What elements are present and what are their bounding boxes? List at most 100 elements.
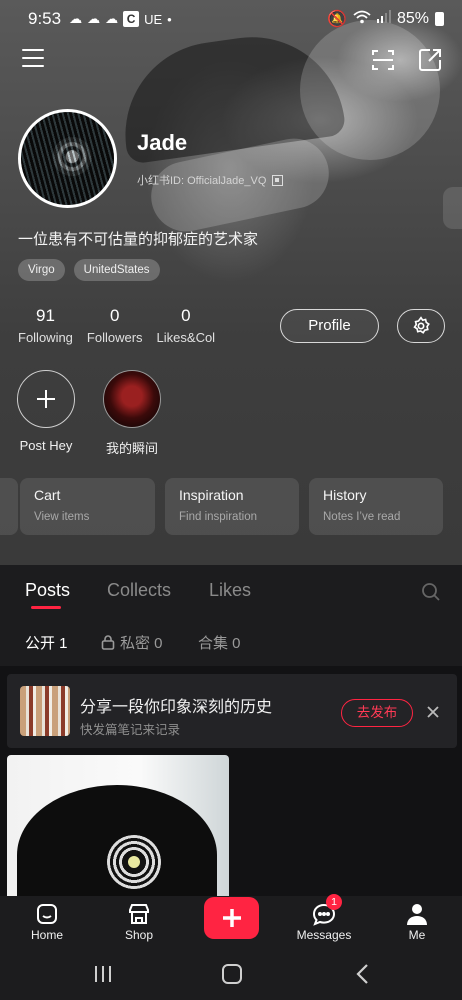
accessibility-handle[interactable] — [443, 187, 462, 229]
system-navigation — [0, 948, 462, 1000]
wifi-icon — [353, 10, 371, 29]
tab-collects[interactable]: Collects — [107, 580, 171, 601]
gear-icon — [413, 316, 430, 334]
stat-value: 91 — [36, 306, 55, 325]
carrier-label: UE — [144, 11, 163, 27]
profile-tags: Virgo UnitedStates — [18, 259, 160, 281]
user-id-text: 小红书ID: OfficialJade_VQ — [137, 175, 267, 187]
username: Jade — [137, 130, 188, 155]
back-icon[interactable] — [355, 963, 369, 990]
card-subtitle: Find inspiration — [179, 511, 257, 523]
plus-icon — [37, 390, 55, 408]
edit-profile-button[interactable]: Profile — [280, 309, 379, 343]
story-label: 我的瞬间 — [105, 441, 158, 456]
nav-messages[interactable]: 1 Messages — [284, 894, 364, 942]
stat-followers[interactable]: 0 Followers — [87, 306, 143, 345]
bottom-navigation: Home Shop 1 Messages Me — [0, 894, 462, 948]
story-thumbnail[interactable] — [103, 370, 161, 428]
stat-value: 0 — [110, 306, 120, 325]
notification-icons: ☁ ☁ ☁ C UE • — [69, 11, 172, 27]
cloud-icon: ☁ — [87, 11, 101, 26]
settings-button[interactable] — [397, 309, 445, 343]
cart-card[interactable]: Cart View items — [20, 478, 155, 535]
post-hey-story[interactable]: Post Hey — [16, 370, 76, 453]
story-label: Post Hey — [19, 438, 73, 453]
card-subtitle: Notes I’ve read — [323, 511, 401, 523]
home-icon — [37, 904, 57, 924]
nav-label: Home — [30, 928, 63, 942]
subtab-label: 私密 0 — [120, 635, 163, 652]
card-title: Inspiration — [179, 487, 244, 503]
lock-icon — [101, 635, 115, 650]
qr-code-icon[interactable] — [272, 174, 284, 186]
signal-icon — [376, 10, 391, 28]
my-moments-story[interactable]: 我的瞬间 — [102, 370, 162, 457]
shop-icon — [129, 904, 149, 924]
mute-icon: 🔕 — [327, 11, 347, 28]
card-title: Cart — [34, 487, 61, 503]
banner-thumbnail — [20, 686, 70, 736]
tab-posts[interactable]: Posts — [25, 580, 70, 601]
post-thumbnail[interactable] — [7, 755, 229, 896]
stat-likes[interactable]: 0 Likes&Col — [157, 306, 216, 345]
post-filter-tabs: 公开 1 私密 0 合集 0 — [0, 616, 462, 666]
background-photo-shape — [300, 20, 440, 160]
prompt-banner[interactable]: 分享一段你印象深刻的历史 快发篇笔记来记录 去发布 — [7, 674, 457, 748]
status-bar: 9:53 ☁ ☁ ☁ C UE • 🔕 85% — [0, 0, 462, 38]
stat-label: Following — [18, 330, 73, 345]
recent-apps-icon[interactable] — [93, 964, 113, 989]
tag-zodiac: Virgo — [18, 259, 65, 281]
share-icon[interactable] — [417, 47, 443, 73]
close-icon[interactable] — [425, 704, 441, 720]
feature-cards: Cart View items Inspiration Find inspira… — [0, 478, 462, 535]
create-post-button[interactable] — [204, 897, 259, 939]
carrier-icon: C — [123, 11, 140, 27]
home-button-icon[interactable] — [222, 964, 242, 984]
subtab-label: 合集 0 — [198, 635, 241, 652]
nav-me[interactable]: Me — [377, 896, 457, 942]
card-title: History — [323, 487, 367, 503]
tab-likes[interactable]: Likes — [209, 580, 251, 601]
content-tabs: Posts Collects Likes — [0, 565, 462, 616]
top-navigation — [0, 45, 462, 79]
tag-location: UnitedStates — [73, 259, 160, 281]
posts-feed: 分享一段你印象深刻的历史 快发篇笔记来记录 去发布 — [0, 666, 462, 896]
nav-label: Shop — [124, 928, 154, 942]
nav-shop[interactable]: Shop — [99, 896, 179, 942]
subtab-label: 公开 1 — [25, 635, 68, 652]
nav-label: Messages — [296, 928, 352, 942]
person-icon — [407, 904, 427, 925]
subtab-collections[interactable]: 合集 0 — [198, 632, 241, 653]
card-subtitle: View items — [34, 511, 90, 523]
user-id[interactable]: 小红书ID: OfficialJade_VQ — [137, 172, 284, 188]
dot-icon: • — [167, 11, 172, 27]
inspiration-card[interactable]: Inspiration Find inspiration — [165, 478, 299, 535]
battery-icon — [435, 12, 444, 26]
nav-home[interactable]: Home — [7, 896, 87, 942]
stat-following[interactable]: 91 Following — [18, 306, 73, 345]
bio: 一位患有不可估量的抑郁症的艺术家 — [18, 231, 259, 248]
nav-label: Me — [408, 928, 426, 942]
stat-label: Followers — [86, 330, 143, 345]
history-card[interactable]: History Notes I’ve read — [309, 478, 443, 535]
banner-subtitle: 快发篇笔记来记录 — [80, 723, 181, 737]
scan-icon[interactable] — [370, 47, 396, 73]
stat-value: 0 — [181, 306, 191, 325]
menu-icon[interactable] — [22, 49, 44, 69]
search-icon[interactable] — [421, 582, 441, 602]
status-time: 9:53 — [28, 9, 62, 28]
cloud-icon: ☁ — [105, 11, 119, 26]
active-tab-indicator — [31, 606, 61, 609]
battery-label: 85% — [396, 10, 429, 27]
cloud-icon: ☁ — [69, 11, 83, 26]
publish-button[interactable]: 去发布 — [341, 699, 413, 727]
subtab-public[interactable]: 公开 1 — [25, 632, 68, 653]
add-story-button[interactable] — [17, 370, 75, 428]
plus-icon — [222, 909, 241, 927]
stat-label: Likes&Col — [156, 330, 216, 345]
message-badge: 1 — [326, 894, 342, 910]
subtab-private[interactable]: 私密 0 — [101, 632, 163, 653]
partial-card[interactable] — [0, 478, 18, 535]
profile-stats: 91 Following 0 Followers 0 Likes&Col — [18, 306, 229, 345]
avatar[interactable] — [18, 109, 117, 208]
